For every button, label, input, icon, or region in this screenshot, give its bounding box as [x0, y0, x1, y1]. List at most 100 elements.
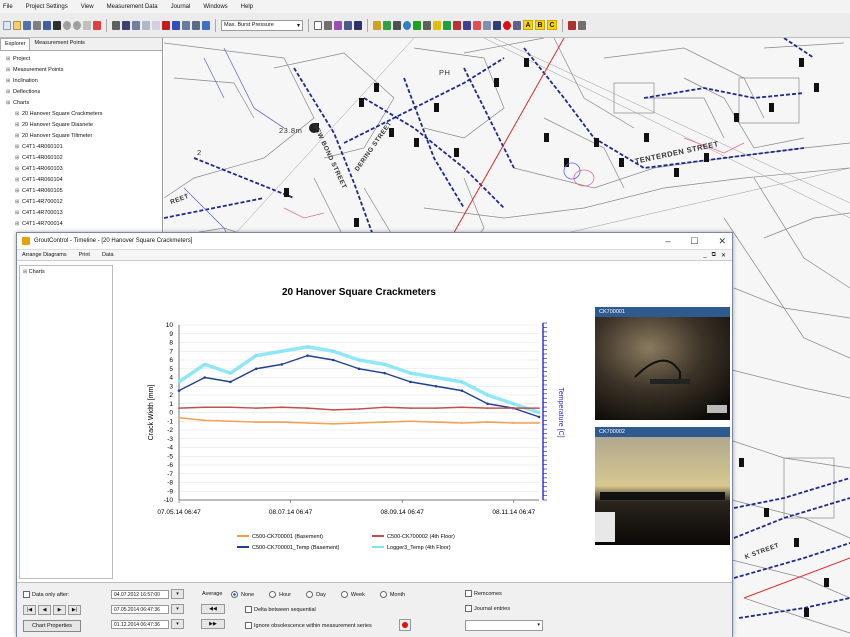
- tree-expander-icon[interactable]: ⊞: [15, 197, 22, 208]
- tree-item[interactable]: ⊞ 20 Hanover Square Crackmeters: [6, 109, 162, 120]
- menu-arrange-diagrams[interactable]: Arrange Diagrams: [22, 252, 67, 258]
- menu-project-settings[interactable]: Project Settings: [26, 4, 68, 10]
- letter-c-button[interactable]: C: [547, 20, 557, 30]
- tree-expander-icon[interactable]: ⊞: [15, 142, 22, 153]
- tree-expander-icon[interactable]: ⊞: [15, 120, 22, 131]
- new-icon[interactable]: [3, 20, 11, 30]
- tree-expander-icon[interactable]: ⊞: [15, 186, 22, 197]
- tree-expander-icon[interactable]: ⊞: [6, 76, 13, 87]
- tree-item[interactable]: ⊞ Project: [6, 54, 162, 65]
- copy-icon[interactable]: [142, 20, 150, 30]
- paste-icon[interactable]: [152, 20, 160, 30]
- tag-icon[interactable]: [568, 20, 576, 30]
- link-icon[interactable]: [423, 20, 431, 30]
- tree-expander-icon[interactable]: ⊞: [15, 208, 22, 219]
- tab-measurement-points[interactable]: Measurement Points: [30, 38, 88, 50]
- date-from-field[interactable]: 07.05.2014 06:47:36: [111, 604, 169, 614]
- tab-explorer[interactable]: Explorer: [0, 38, 31, 50]
- grid-icon[interactable]: [43, 20, 51, 30]
- tree-expander-icon[interactable]: ⊞: [6, 87, 13, 98]
- delta-sequential-checkbox[interactable]: [245, 606, 252, 613]
- mdi-close-icon[interactable]: ✕: [721, 252, 726, 259]
- measure-icon[interactable]: [112, 20, 120, 30]
- data-only-after-checkbox[interactable]: [23, 591, 30, 598]
- record-icon[interactable]: [503, 20, 511, 30]
- route-icon[interactable]: [172, 20, 180, 30]
- average-hour-radio[interactable]: [269, 591, 277, 598]
- tree-expander-icon[interactable]: ⊞: [15, 109, 22, 120]
- menu-help[interactable]: Help: [241, 4, 253, 10]
- record-button[interactable]: [399, 619, 411, 631]
- tree-item[interactable]: ⊞ C4T1-4R700012: [6, 197, 162, 208]
- tree-expander-icon[interactable]: ⊞: [15, 164, 22, 175]
- photo-ck700002[interactable]: CK700002: [595, 427, 730, 545]
- save-icon[interactable]: [23, 20, 31, 30]
- symbol-icon[interactable]: [433, 20, 441, 30]
- date-to-picker-icon[interactable]: ▾: [171, 619, 184, 629]
- first-button[interactable]: |◀: [23, 605, 36, 615]
- layers-icon[interactable]: [122, 20, 130, 30]
- open-icon[interactable]: [13, 20, 21, 30]
- rectangle-icon[interactable]: [314, 20, 322, 30]
- tree-expander-icon[interactable]: ⊞: [6, 54, 13, 65]
- print-icon[interactable]: [33, 20, 41, 30]
- table2-icon[interactable]: [344, 20, 352, 30]
- table-icon[interactable]: [132, 20, 140, 30]
- tree-item[interactable]: ⊞ Deflections: [6, 87, 162, 98]
- tree-item[interactable]: ⊞ Charts: [6, 98, 162, 109]
- arrow-icon[interactable]: [162, 20, 170, 30]
- move-icon[interactable]: [53, 20, 61, 30]
- step-back-button[interactable]: ◀◀: [201, 604, 225, 614]
- average-none-radio[interactable]: [231, 591, 238, 598]
- average-week-radio[interactable]: [340, 591, 348, 598]
- filter2-icon[interactable]: [578, 20, 586, 30]
- pencil-icon[interactable]: [373, 20, 381, 30]
- tree-item[interactable]: ⊞ Measurement Points: [6, 65, 162, 76]
- chart-icon[interactable]: [202, 20, 210, 30]
- tree-item[interactable]: ⊞ C4T1-4R060102: [6, 153, 162, 164]
- close-icon[interactable]: ✕: [718, 236, 726, 247]
- photo-ck700001[interactable]: CK700001: [595, 307, 730, 420]
- menu-file[interactable]: File: [3, 4, 13, 10]
- mdi-minimize-icon[interactable]: _: [703, 252, 706, 259]
- tree-item[interactable]: ⊞ 20 Hanover Square Diasnete: [6, 120, 162, 131]
- color-icon[interactable]: [334, 20, 342, 30]
- minimize-icon[interactable]: –: [665, 236, 670, 247]
- tree-expander-icon[interactable]: ⊞: [15, 131, 22, 142]
- frame-icon[interactable]: [324, 20, 332, 30]
- tree-item[interactable]: ⊞ Inclination: [6, 76, 162, 87]
- tree-item[interactable]: ⊞ C4T1-4R060103: [6, 164, 162, 175]
- zoom-in-icon[interactable]: [63, 20, 71, 30]
- tree-expander-icon[interactable]: ⊞: [6, 65, 13, 76]
- export-icon[interactable]: [354, 20, 362, 30]
- filter-icon[interactable]: [192, 20, 200, 30]
- graph-icon[interactable]: [383, 20, 391, 30]
- date-to-field[interactable]: 01.12.2014 06:47:36: [111, 619, 169, 629]
- chart-properties-button[interactable]: Chart Properties: [23, 620, 81, 632]
- step-forward-button[interactable]: ▶▶: [201, 619, 225, 629]
- average-day-radio[interactable]: [306, 591, 314, 598]
- tree-item[interactable]: ⊞ C4T1-4R060101: [6, 142, 162, 153]
- ignore-obsolescence-checkbox[interactable]: [245, 622, 252, 629]
- camera-icon[interactable]: [393, 20, 401, 30]
- mail-icon[interactable]: [483, 20, 491, 30]
- tree-item[interactable]: ⊞ 20 Hanover Square Tiltmeter: [6, 131, 162, 142]
- tree-expander-icon[interactable]: ⊞: [15, 175, 22, 186]
- prev-button[interactable]: ◀: [38, 605, 51, 615]
- cursor-icon[interactable]: [93, 20, 101, 30]
- menu-data[interactable]: Data: [102, 252, 114, 258]
- tree-item[interactable]: ⊞ C4T1-4R700014: [6, 219, 162, 230]
- tree-item[interactable]: ⊞ C4T1-4R060105: [6, 186, 162, 197]
- tree-expander-icon[interactable]: ⊞: [15, 219, 22, 230]
- db-icon[interactable]: [493, 20, 501, 30]
- grid2-icon[interactable]: [463, 20, 471, 30]
- menu-windows[interactable]: Windows: [203, 4, 227, 10]
- next-button[interactable]: ▶: [53, 605, 66, 615]
- snap-icon[interactable]: [413, 20, 421, 30]
- tree-expander-icon[interactable]: ⊞: [15, 153, 22, 164]
- date-from-picker-icon[interactable]: ▾: [171, 604, 184, 614]
- menu-print[interactable]: Print: [79, 252, 90, 258]
- remcomes-checkbox[interactable]: [465, 590, 472, 597]
- journal-filter-dropdown[interactable]: [465, 620, 543, 631]
- list-icon[interactable]: [182, 20, 190, 30]
